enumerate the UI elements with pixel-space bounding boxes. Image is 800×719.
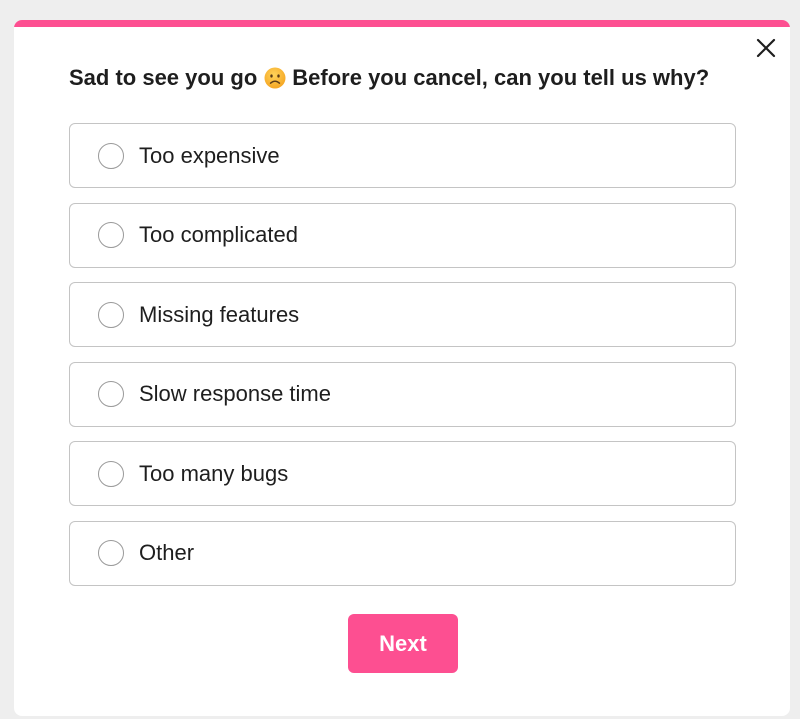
radio-button[interactable] — [98, 381, 124, 408]
reason-options: Too expensive Too complicated Missing fe… — [69, 123, 736, 601]
radio-button[interactable] — [98, 540, 124, 567]
close-button[interactable] — [754, 36, 778, 60]
radio-button[interactable] — [98, 142, 124, 169]
next-button[interactable]: Next — [348, 614, 458, 673]
option-label: Too expensive — [139, 142, 280, 168]
radio-button[interactable] — [98, 460, 124, 487]
title-text-start: Sad to see you go — [69, 65, 258, 90]
option-label: Too complicated — [139, 222, 298, 248]
title-text-end: Before you cancel, can you tell us why? — [292, 65, 710, 90]
frowning-face-icon — [264, 67, 286, 89]
option-other[interactable]: Other — [69, 520, 736, 586]
option-missing-features[interactable]: Missing features — [69, 282, 736, 348]
option-label: Other — [139, 540, 195, 566]
option-label: Slow response time — [139, 381, 331, 407]
option-too-expensive[interactable]: Too expensive — [69, 123, 736, 188]
cancel-survey-dialog: Sad to see you go Before you cancel, can… — [14, 20, 790, 716]
dialog-title: Sad to see you go Before you cancel, can… — [69, 65, 769, 91]
option-too-complicated[interactable]: Too complicated — [69, 202, 736, 268]
radio-button[interactable] — [98, 301, 124, 328]
option-slow-response-time[interactable]: Slow response time — [69, 361, 736, 427]
option-too-many-bugs[interactable]: Too many bugs — [69, 441, 736, 507]
option-label: Too many bugs — [139, 460, 289, 486]
radio-button[interactable] — [98, 222, 124, 249]
option-label: Missing features — [139, 301, 300, 327]
close-icon — [756, 38, 776, 58]
accent-bar — [14, 20, 790, 27]
